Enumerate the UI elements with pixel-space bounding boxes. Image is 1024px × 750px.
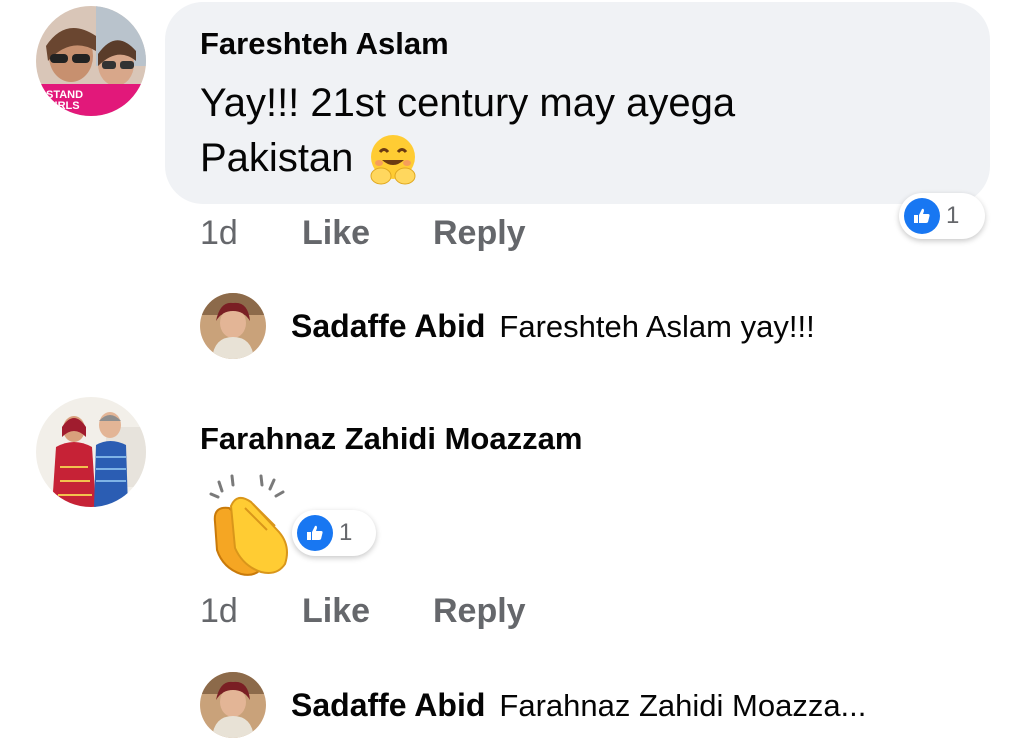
comment-author[interactable]: Fareshteh Aslam	[200, 26, 449, 62]
reply-author[interactable]: Sadaffe Abid	[291, 687, 485, 724]
reaction-summary[interactable]: 1	[292, 510, 376, 556]
avatar[interactable]: STAND GIRLS	[36, 6, 146, 116]
reply-author[interactable]: Sadaffe Abid	[291, 308, 485, 345]
comment-text-line: Pakistan	[200, 136, 354, 180]
reply-text: Fareshteh Aslam yay!!!	[499, 309, 815, 344]
reply-text: Farahnaz Zahidi Moazza...	[499, 688, 867, 723]
reply-button[interactable]: Reply	[433, 214, 526, 253]
reaction-count: 1	[946, 202, 960, 229]
comment-time[interactable]: 1d	[200, 592, 238, 631]
like-reaction-icon	[297, 515, 333, 551]
avatar-caption: STAND GIRLS	[46, 89, 84, 112]
like-button[interactable]: Like	[302, 592, 370, 631]
reaction-summary[interactable]: 1	[899, 193, 985, 239]
comment-bubble[interactable]: Fareshteh Aslam Yay!!! 21st century may …	[165, 2, 990, 204]
avatar[interactable]	[200, 293, 266, 359]
comment-text-line: Yay!!! 21st century may ayega	[200, 81, 736, 125]
comment-time[interactable]: 1d	[200, 214, 238, 253]
reply-comment: Sadaffe Abid Fareshteh Aslam yay!!!	[291, 308, 815, 345]
clapping-hands-icon	[205, 472, 297, 578]
comment-text: Yay!!! 21st century may ayega Pakistan	[200, 76, 735, 186]
smiling-face-with-open-hands-icon	[367, 133, 419, 185]
like-button[interactable]: Like	[302, 214, 370, 253]
reply-button[interactable]: Reply	[433, 592, 526, 631]
comment-author[interactable]: Farahnaz Zahidi Moazzam	[200, 421, 582, 457]
like-reaction-icon	[904, 198, 940, 234]
reaction-count: 1	[339, 519, 353, 546]
avatar[interactable]	[200, 672, 266, 738]
reply-comment: Sadaffe Abid Farahnaz Zahidi Moazza...	[291, 687, 866, 724]
avatar[interactable]	[36, 397, 146, 507]
